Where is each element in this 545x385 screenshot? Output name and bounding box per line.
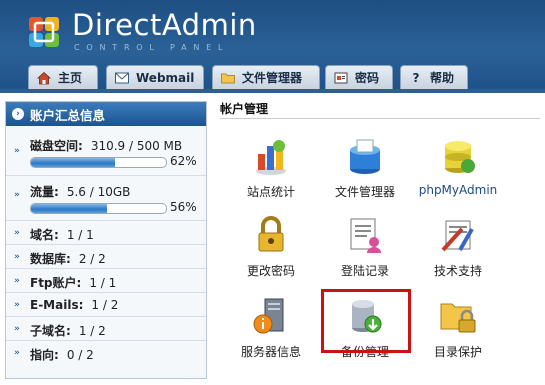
app-label: 目录保护 — [433, 345, 482, 359]
chevron-right-icon: » — [14, 252, 20, 262]
chevron-right-icon: » — [14, 228, 20, 238]
help-icon: ? — [412, 70, 420, 85]
backup-highlight-box — [321, 289, 411, 353]
app-label: 登陆记录 — [340, 264, 389, 278]
app-change-password[interactable]: 更改密码 — [226, 215, 316, 279]
tab-webmail-label: Webmail — [136, 70, 195, 85]
disk-usage-row: » 磁盘空间: 310.9 / 500 MB 62% — [6, 132, 206, 176]
stat-emails-row: » E-Mails: 1 / 2 — [6, 293, 206, 317]
chevron-right-icon: » — [14, 324, 20, 334]
app-login-log[interactable]: 登陆记录 — [320, 215, 410, 279]
stat-label: 域名: — [30, 228, 59, 242]
header: DirectAdmin CONTROL PANEL 主页 Webmail 文件管… — [0, 0, 545, 93]
mail-icon — [115, 71, 129, 85]
login-log-icon — [350, 218, 381, 253]
header-divider — [0, 89, 545, 93]
stat-value: 0 / 2 — [66, 348, 94, 362]
app-label: 更改密码 — [246, 264, 295, 278]
disk-progress-fill — [31, 158, 115, 167]
app-file-manager[interactable]: 文件管理器 — [320, 136, 410, 200]
chevron-right-icon: » — [14, 146, 20, 156]
app-directory-protect[interactable]: 目录保护 — [413, 296, 503, 360]
tab-file-manager[interactable]: 文件管理器 — [212, 65, 320, 89]
stat-label: E-Mails: — [30, 298, 84, 312]
phpmyadmin-icon — [445, 141, 475, 173]
tab-password[interactable]: 密码 — [325, 65, 393, 89]
disk-progress-bar — [30, 157, 167, 168]
site-stats-icon — [256, 140, 286, 175]
directory-protect-icon — [440, 303, 476, 333]
stat-value: 2 / 2 — [78, 252, 106, 266]
server-info-icon — [253, 298, 284, 334]
tab-help-label: 帮助 — [430, 71, 455, 85]
disk-label: 磁盘空间: — [30, 139, 83, 153]
app-subtitle: CONTROL PANEL — [74, 43, 230, 52]
stat-label: 指向: — [30, 348, 59, 362]
account-summary-title: 账户汇总信息 — [30, 107, 106, 123]
disk-percent: 62% — [170, 154, 197, 168]
tab-home-label: 主页 — [58, 71, 83, 85]
tab-file-manager-label: 文件管理器 — [242, 71, 303, 85]
stat-label: 子域名: — [30, 324, 71, 338]
home-icon — [37, 71, 51, 85]
stat-domains-row: » 域名: 1 / 1 — [6, 221, 206, 245]
password-icon — [334, 71, 348, 85]
app-server-info[interactable]: 服务器信息 — [226, 296, 316, 360]
tab-password-label: 密码 — [355, 71, 380, 85]
tab-home[interactable]: 主页 — [28, 65, 98, 89]
file-manager-icon — [350, 139, 380, 174]
chevron-right-icon: » — [14, 276, 20, 286]
change-password-icon — [258, 216, 284, 252]
stat-ftp-row: » Ftp账户: 1 / 1 — [6, 269, 206, 293]
app-support[interactable]: 技术支持 — [413, 215, 503, 279]
chevron-right-icon: » — [14, 348, 20, 358]
traffic-progress-bar — [30, 203, 167, 214]
support-icon — [441, 220, 474, 252]
circle-arrow-icon: › — [12, 108, 24, 120]
stat-label: Ftp账户: — [30, 276, 82, 290]
stat-value: 1 / 2 — [91, 298, 119, 312]
section-title: 帐户管理 — [220, 102, 269, 116]
folder-icon — [221, 71, 235, 85]
traffic-percent: 56% — [170, 200, 197, 214]
app-label: 文件管理器 — [334, 185, 395, 199]
app-label: 技术支持 — [433, 264, 482, 278]
account-summary-panel: › 账户汇总信息 » 磁盘空间: 310.9 / 500 MB 62% » 流量:… — [5, 101, 207, 379]
chevron-right-icon: » — [14, 190, 20, 200]
app-phpmyadmin[interactable]: phpMyAdmin — [413, 136, 503, 197]
app-label: phpMyAdmin — [418, 183, 498, 197]
traffic-row: » 流量: 5.6 / 10GB 56% — [6, 176, 206, 221]
disk-value: 310.9 / 500 MB — [90, 139, 183, 153]
stat-value: 1 / 2 — [78, 324, 106, 338]
app-label: 站点统计 — [246, 185, 295, 199]
account-summary-header: › 账户汇总信息 — [6, 102, 206, 126]
stat-value: 1 / 1 — [89, 276, 117, 290]
stat-subdomains-row: » 子域名: 1 / 2 — [6, 317, 206, 341]
chevron-right-icon: » — [14, 300, 20, 310]
tab-help[interactable]: ? 帮助 — [400, 65, 468, 89]
tab-webmail[interactable]: Webmail — [106, 65, 204, 89]
app-title: DirectAdmin — [72, 8, 257, 42]
app-label: 服务器信息 — [240, 345, 301, 359]
stat-label: 数据库: — [30, 252, 71, 266]
traffic-label: 流量: — [30, 185, 59, 199]
traffic-progress-fill — [31, 204, 107, 213]
stat-pointers-row: » 指向: 0 / 2 — [6, 341, 206, 365]
stat-value: 1 / 1 — [66, 228, 94, 242]
directadmin-logo-icon — [29, 17, 59, 47]
app-site-stats[interactable]: 站点统计 — [226, 136, 316, 200]
section-divider — [220, 118, 540, 119]
traffic-value: 5.6 / 10GB — [66, 185, 131, 199]
stat-databases-row: » 数据库: 2 / 2 — [6, 245, 206, 269]
